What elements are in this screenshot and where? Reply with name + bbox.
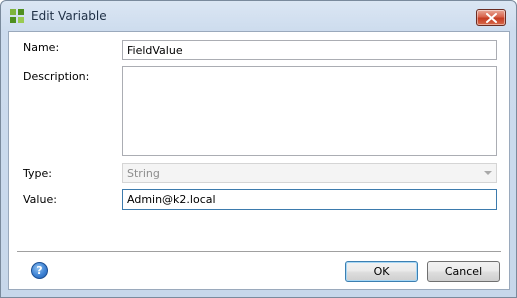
type-select-value: String xyxy=(127,167,160,180)
close-icon xyxy=(486,13,497,23)
dialog-body: Name: Description: Type: String Value: ?… xyxy=(8,31,510,290)
value-label: Value: xyxy=(23,193,57,206)
description-textarea[interactable] xyxy=(122,66,497,156)
type-label: Type: xyxy=(23,167,52,180)
name-label: Name: xyxy=(23,41,60,54)
cancel-button[interactable]: Cancel xyxy=(427,261,500,282)
edit-variable-dialog: Edit Variable Name: Description: Type: S… xyxy=(0,0,517,298)
value-input[interactable] xyxy=(122,189,497,210)
footer-divider xyxy=(17,251,501,253)
description-label: Description: xyxy=(23,70,90,83)
ok-button[interactable]: OK xyxy=(345,261,418,282)
title-bar[interactable]: Edit Variable xyxy=(1,1,516,31)
chevron-down-icon xyxy=(484,171,492,175)
help-icon[interactable]: ? xyxy=(31,262,48,279)
name-input[interactable] xyxy=(122,40,497,60)
k2-app-icon xyxy=(10,9,24,23)
type-select[interactable]: String xyxy=(122,163,497,183)
close-button[interactable] xyxy=(476,9,506,26)
window-title: Edit Variable xyxy=(31,9,107,23)
